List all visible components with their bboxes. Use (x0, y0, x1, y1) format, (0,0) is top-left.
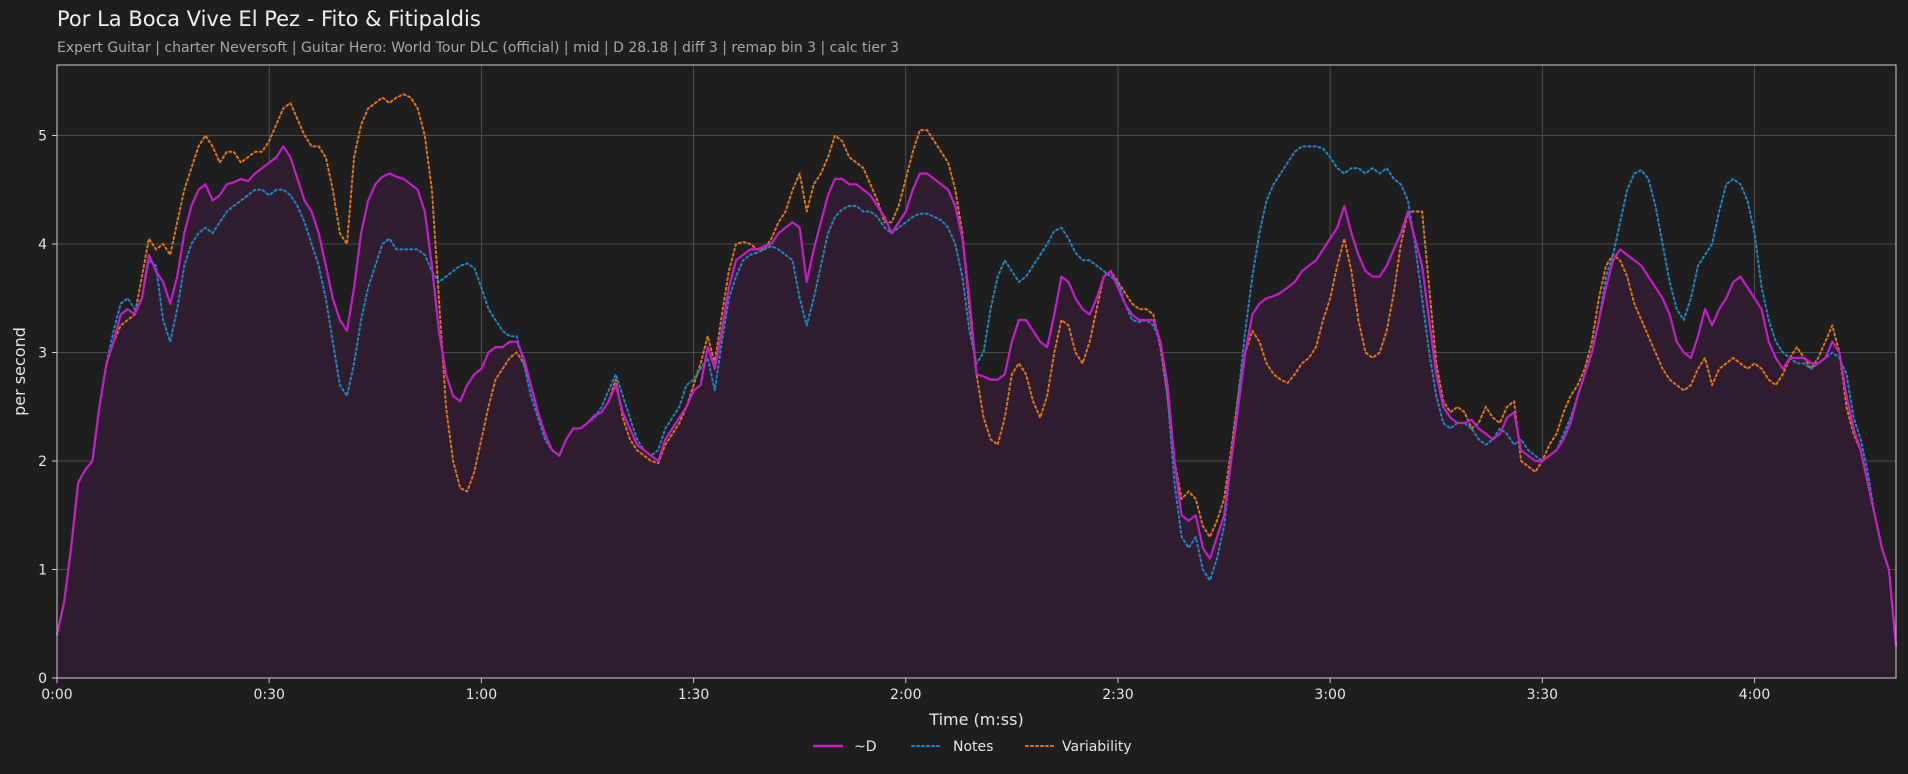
chart-svg: 0:00 0:30 1:00 1:30 2:00 2:30 3:00 3:30 4:00 0 1 2 3… (10, 64, 1898, 755)
y-tick-label: 5 (38, 129, 47, 145)
x-tick-label: 4:00 (1739, 687, 1770, 703)
x-tick-label: 3:00 (1314, 687, 1345, 703)
x-tick-label: 0:00 (41, 687, 72, 703)
x-tick-label: 3:30 (1527, 687, 1558, 703)
y-tick-label: 2 (38, 454, 47, 470)
y-tick-label: 4 (38, 237, 47, 253)
y-tick-label: 0 (38, 671, 47, 687)
x-tick-label: 0:30 (253, 687, 284, 703)
x-tick-label: 1:30 (678, 687, 709, 703)
x-tick-label: 2:30 (1102, 687, 1133, 703)
y-tick-label: 3 (38, 346, 47, 362)
x-tick-label: 2:00 (890, 687, 921, 703)
y-axis-label: per second (10, 327, 29, 416)
y-tick-label: 1 (38, 563, 47, 579)
legend-label: ~D (854, 739, 877, 755)
legend-label: Variability (1062, 739, 1132, 755)
x-axis-label: Time (m:ss) (928, 710, 1023, 729)
legend: ~D Notes Variability (813, 739, 1132, 755)
legend-label: Notes (953, 739, 993, 755)
x-tick-label: 1:00 (466, 687, 497, 703)
